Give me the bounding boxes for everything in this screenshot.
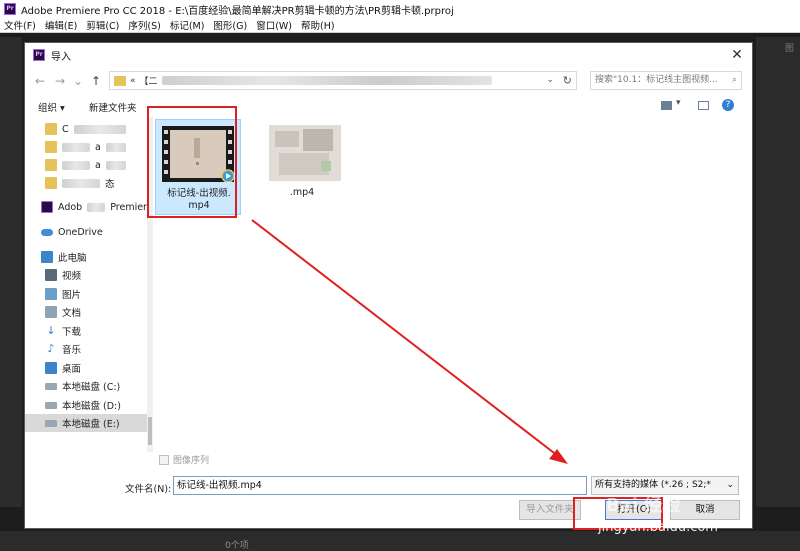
baidu-watermark: jingyan.baidu.com (598, 520, 718, 535)
baidu-watermark-mark: Bai 经验 (606, 495, 681, 516)
annotation-arrow (251, 219, 568, 464)
